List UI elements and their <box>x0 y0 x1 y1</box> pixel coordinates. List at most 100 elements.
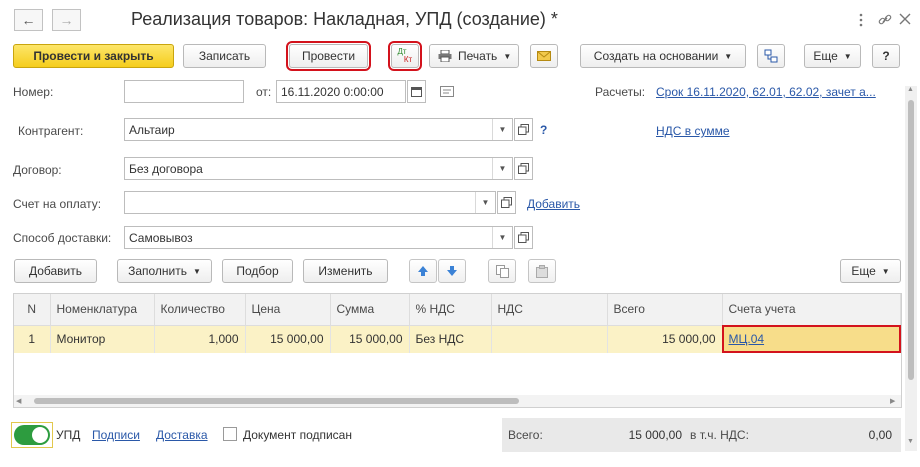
upd-toggle[interactable] <box>14 425 50 445</box>
cell-price[interactable]: 15 000,00 <box>245 325 331 353</box>
help-button[interactable]: ? <box>872 44 900 68</box>
back-button[interactable]: ← <box>14 9 43 31</box>
comment-icon[interactable] <box>440 86 454 98</box>
chevron-down-icon: ▼ <box>881 266 890 276</box>
create-based-on-label: Создать на основании <box>593 49 719 63</box>
cell-item[interactable]: Монитор <box>50 325 155 353</box>
chevron-down-icon[interactable]: ▼ <box>475 192 495 213</box>
cell-total[interactable]: 15 000,00 <box>607 325 723 353</box>
chevron-down-icon: ▼ <box>503 51 512 61</box>
link-icon[interactable] <box>878 13 892 27</box>
paste-button[interactable] <box>528 259 556 283</box>
dt-kt-button[interactable]: Дт Кт <box>388 41 422 71</box>
printer-icon <box>438 50 452 62</box>
delivery-method-value: Самовывоз <box>129 231 193 245</box>
cell-vat[interactable] <box>491 325 608 353</box>
col-sum[interactable]: Сумма <box>330 294 410 326</box>
delivery-link[interactable]: Доставка <box>156 428 208 442</box>
vat-total-value: 0,00 <box>868 428 892 442</box>
cell-vat-rate[interactable]: Без НДС <box>409 325 492 353</box>
scroll-left-icon[interactable]: ◀ <box>16 397 21 405</box>
scroll-right-icon[interactable]: ▶ <box>890 397 895 405</box>
contractor-help-icon[interactable]: ? <box>540 123 547 137</box>
table-more-button[interactable]: Еще ▼ <box>840 259 901 283</box>
structure-button[interactable] <box>757 44 785 68</box>
signatures-link[interactable]: Подписи <box>92 428 140 442</box>
document-signed-label: Документ подписан <box>243 428 352 442</box>
document-signed-checkbox[interactable] <box>223 427 237 441</box>
col-item[interactable]: Номенклатура <box>50 294 155 326</box>
invoice-label: Счет на оплату: <box>13 197 102 211</box>
open-window-icon <box>518 124 529 135</box>
col-vat-rate[interactable]: % НДС <box>409 294 492 326</box>
date-input[interactable]: 16.11.2020 0:00:00 <box>276 80 406 103</box>
chevron-down-icon[interactable]: ▼ <box>492 158 512 179</box>
payments-link[interactable]: Срок 16.11.2020, 62.01, 62.02, зачет а..… <box>656 85 876 99</box>
open-window-icon <box>518 232 529 243</box>
scroll-down-icon[interactable]: ▼ <box>907 438 914 445</box>
post-and-close-button[interactable]: Провести и закрыть <box>13 44 174 68</box>
vat-included-label: в т.ч. НДС: <box>690 428 749 442</box>
create-based-on-button[interactable]: Создать на основании ▼ <box>580 44 746 68</box>
date-label: от: <box>256 85 272 99</box>
chevron-down-icon[interactable]: ▼ <box>492 119 512 140</box>
contract-label: Договор: <box>13 163 62 177</box>
invoice-input[interactable]: ▼ <box>124 191 496 214</box>
post-button[interactable]: Провести <box>286 41 371 71</box>
scroll-up-icon[interactable]: ▲ <box>907 86 914 93</box>
email-button[interactable] <box>530 44 558 68</box>
copy-row-button[interactable] <box>488 259 516 283</box>
col-total[interactable]: Всего <box>607 294 723 326</box>
invoice-open-button[interactable] <box>497 191 516 214</box>
table-scroll-thumb[interactable] <box>34 398 519 404</box>
write-button[interactable]: Записать <box>183 44 266 68</box>
table-change-button[interactable]: Изменить <box>303 259 388 283</box>
chevron-down-icon: ▼ <box>843 51 852 61</box>
chevron-down-icon: ▼ <box>193 266 201 276</box>
col-vat[interactable]: НДС <box>491 294 608 326</box>
print-button[interactable]: Печать ▼ <box>429 44 519 68</box>
vat-mode-link[interactable]: НДС в сумме <box>656 124 730 138</box>
more-label: Еще <box>813 49 838 63</box>
col-qty[interactable]: Количество <box>154 294 246 326</box>
delivery-method-input[interactable]: Самовывоз ▼ <box>124 226 513 249</box>
table-more-label: Еще <box>851 264 876 278</box>
number-input[interactable] <box>124 80 244 103</box>
col-accounts[interactable]: Счета учета <box>722 294 901 326</box>
cell-qty[interactable]: 1,000 <box>154 325 246 353</box>
contractor-open-button[interactable] <box>514 118 533 141</box>
contractor-input[interactable]: Альтаир ▼ <box>124 118 513 141</box>
arrow-left-icon: ← <box>21 12 36 28</box>
contract-input[interactable]: Без договора ▼ <box>124 157 513 180</box>
toggle-knob <box>32 427 48 443</box>
contract-open-button[interactable] <box>514 157 533 180</box>
cell-accounts[interactable]: МЦ.04 <box>722 325 901 353</box>
invoice-add-link[interactable]: Добавить <box>527 197 580 211</box>
calendar-button[interactable] <box>407 80 426 103</box>
arrow-up-icon <box>417 265 429 277</box>
chevron-down-icon[interactable]: ▼ <box>492 227 512 248</box>
accounts-link[interactable]: МЦ.04 <box>729 332 765 346</box>
table-horizontal-scrollbar[interactable]: ◀ ▶ <box>14 395 901 407</box>
more-button[interactable]: Еще ▼ <box>804 44 861 68</box>
move-down-button[interactable] <box>438 259 466 283</box>
form-scroll-thumb[interactable] <box>908 100 914 380</box>
copy-icon <box>495 264 509 278</box>
col-price[interactable]: Цена <box>245 294 331 326</box>
cell-sum[interactable]: 15 000,00 <box>330 325 410 353</box>
form-vertical-scrollbar[interactable]: ▲ ▼ <box>905 86 917 451</box>
col-n[interactable]: N <box>14 294 51 326</box>
cell-n[interactable]: 1 <box>14 325 51 353</box>
table-select-button[interactable]: Подбор <box>222 259 293 283</box>
forward-button[interactable]: → <box>52 9 81 31</box>
more-vertical-icon[interactable] <box>856 13 866 27</box>
total-value: 15 000,00 <box>628 428 682 442</box>
table-fill-button[interactable]: Заполнить ▼ <box>117 259 212 283</box>
contract-value: Без договора <box>129 162 203 176</box>
delivery-open-button[interactable] <box>514 226 533 249</box>
fill-label: Заполнить <box>128 264 187 278</box>
table-add-button[interactable]: Добавить <box>14 259 97 283</box>
move-up-button[interactable] <box>409 259 437 283</box>
close-icon[interactable] <box>899 13 911 25</box>
table-row[interactable]: 1 Монитор 1,000 15 000,00 15 000,00 Без … <box>14 325 901 353</box>
